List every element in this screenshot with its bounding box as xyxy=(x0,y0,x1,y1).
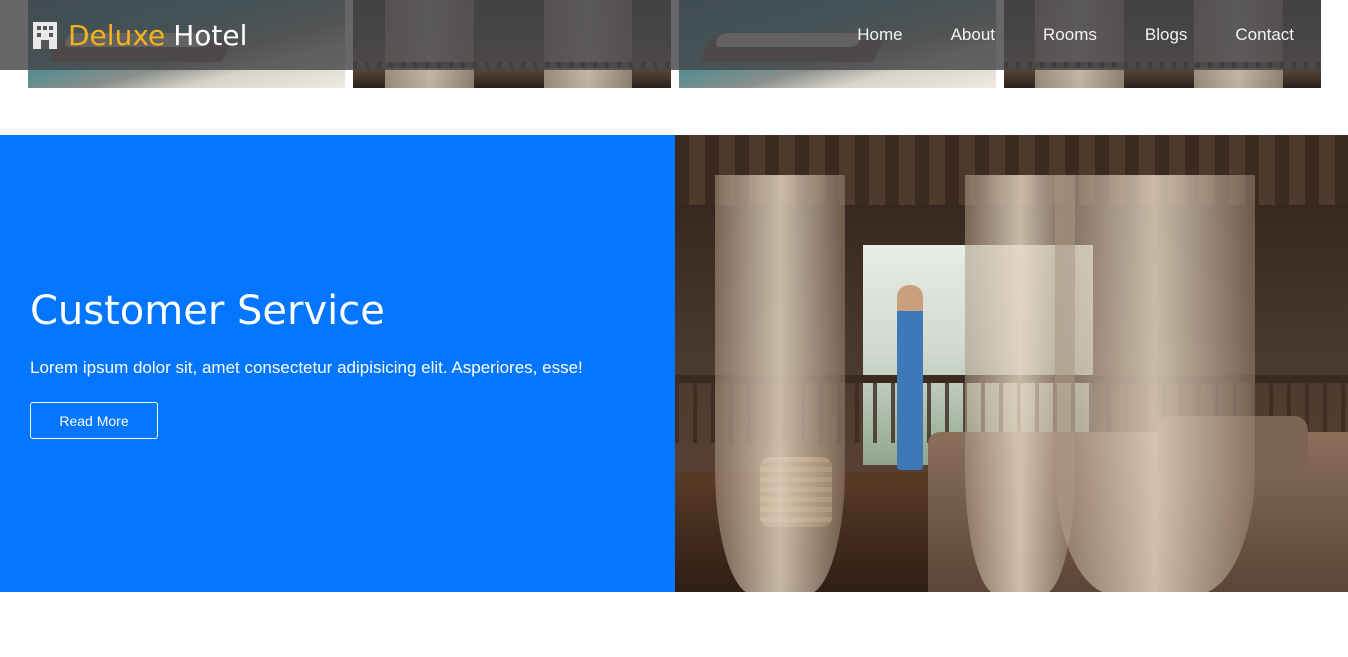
read-more-button[interactable]: Read More xyxy=(30,402,158,439)
brand-name-secondary: Hotel xyxy=(173,18,248,52)
hotel-building-icon xyxy=(33,22,57,49)
section-description: Lorem ipsum dolor sit, amet consectetur … xyxy=(30,358,583,377)
nav-link-contact[interactable]: Contact xyxy=(1235,25,1294,45)
main-nav: Home About Rooms Blogs Contact xyxy=(857,0,1294,70)
nav-link-home[interactable]: Home xyxy=(857,25,902,45)
nav-link-rooms[interactable]: Rooms xyxy=(1043,25,1097,45)
feature-photo-room xyxy=(675,135,1348,592)
navbar: Deluxe Hotel Home About Rooms Blogs Cont… xyxy=(0,0,1348,70)
person-shape xyxy=(897,285,923,470)
nav-link-about[interactable]: About xyxy=(951,25,995,45)
curtain-shape xyxy=(1055,175,1255,592)
customer-service-section: Customer Service Lorem ipsum dolor sit, … xyxy=(0,135,1348,592)
section-title: Customer Service xyxy=(30,288,385,334)
nav-link-blogs[interactable]: Blogs xyxy=(1145,25,1188,45)
feature-text-panel: Customer Service Lorem ipsum dolor sit, … xyxy=(0,135,675,592)
brand-name-primary: Deluxe xyxy=(68,18,166,52)
curtain-shape xyxy=(715,175,845,592)
brand-logo-link[interactable]: Deluxe Hotel xyxy=(30,19,247,52)
